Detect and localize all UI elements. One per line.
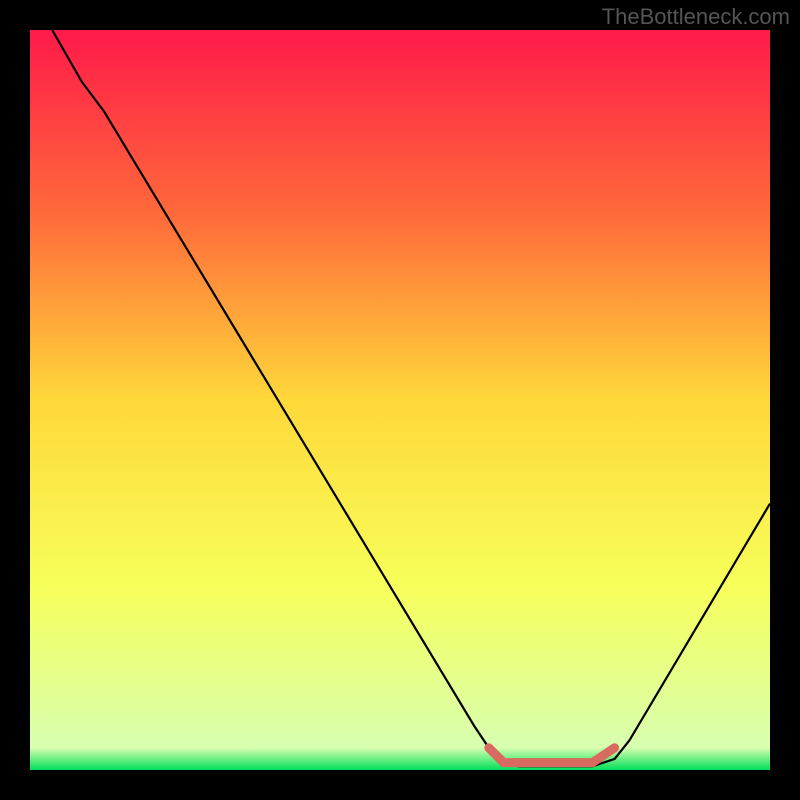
chart-plot-area: [30, 30, 770, 770]
chart-background: [30, 30, 770, 770]
chart-svg: [30, 30, 770, 770]
watermark-text: TheBottleneck.com: [602, 4, 790, 30]
